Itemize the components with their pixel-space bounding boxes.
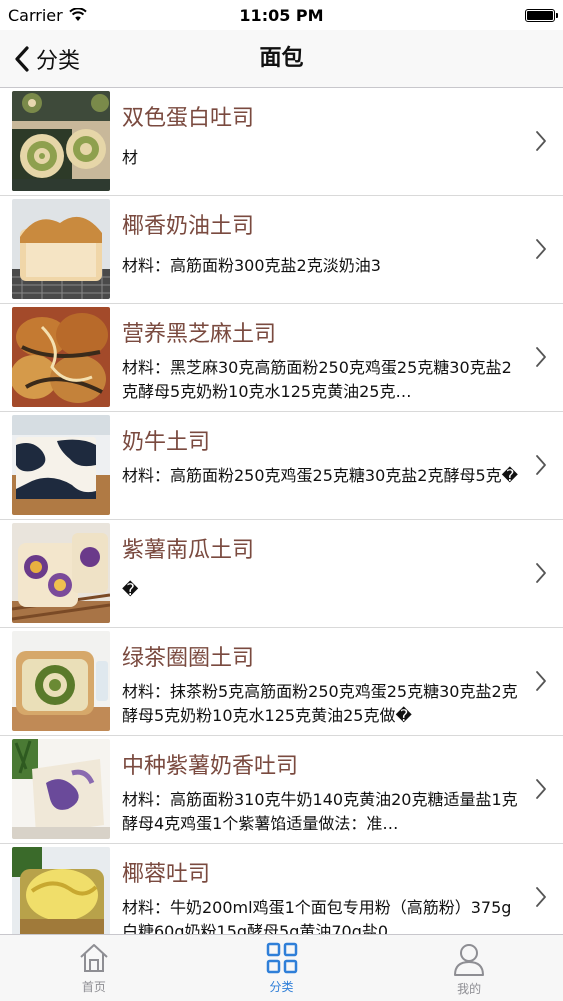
- chevron-right-icon: [536, 563, 546, 583]
- chevron-right-icon: [536, 887, 546, 907]
- item-description: 材料：抹茶粉5克高筋面粉250克鸡蛋25克糖30克盐2克酵母5克奶粉10克水12…: [122, 682, 518, 725]
- chevron-right-icon: [536, 671, 546, 691]
- list-item[interactable]: 双色蛋白吐司 材: [0, 88, 563, 196]
- item-title: 奶牛土司: [122, 430, 211, 455]
- chevron-right-icon: [536, 239, 546, 259]
- chevron-right-icon: [536, 779, 546, 799]
- recipe-thumbnail: [12, 199, 110, 299]
- recipe-thumbnail: [12, 631, 110, 731]
- list-item[interactable]: 奶牛土司 材料：高筋面粉250克鸡蛋25克糖30克盐2克酵母5克�: [0, 412, 563, 520]
- list-item[interactable]: 紫薯南瓜土司 �: [0, 520, 563, 628]
- grid-icon: [266, 942, 297, 974]
- recipe-thumbnail: [12, 415, 110, 515]
- item-title: 椰蓉吐司: [122, 862, 211, 887]
- home-icon: [80, 944, 108, 972]
- item-title: 双色蛋白吐司: [122, 106, 255, 131]
- recipe-thumbnail: [12, 739, 110, 839]
- list-item[interactable]: 椰蓉吐司 材料：牛奶200ml鸡蛋1个面包专用粉（高筋粉）375g白糖60g奶粉…: [0, 844, 563, 934]
- carrier-label: Carrier: [8, 5, 63, 25]
- recipe-thumbnail: [12, 91, 110, 191]
- tab-bar: 首页 分类 我的: [0, 934, 563, 1001]
- item-description: 材料：黑芝麻30克高筋面粉250克鸡蛋25克糖30克盐2克酵母5克奶粉10克水1…: [122, 358, 512, 401]
- navigation-bar: 分类 面包: [0, 30, 563, 88]
- list-item[interactable]: 营养黑芝麻土司 材料：黑芝麻30克高筋面粉250克鸡蛋25克糖30克盐2克酵母5…: [0, 304, 563, 412]
- item-description: 材料：高筋面粉300克盐2克淡奶油3: [122, 256, 381, 275]
- item-title: 椰香奶油土司: [122, 214, 255, 239]
- item-title: 营养黑芝麻土司: [122, 322, 277, 347]
- status-left: Carrier: [8, 6, 87, 25]
- tab-mine[interactable]: 我的: [375, 935, 563, 1001]
- item-title: 绿茶圈圈土司: [122, 646, 255, 671]
- tab-category[interactable]: 分类: [188, 935, 376, 1001]
- wifi-icon: [69, 8, 87, 21]
- chevron-right-icon: [536, 347, 546, 367]
- item-title: 中种紫薯奶香吐司: [122, 754, 299, 779]
- item-description: 材: [122, 148, 139, 167]
- tab-mine-label: 我的: [457, 982, 482, 996]
- tab-home[interactable]: 首页: [0, 935, 188, 1001]
- recipe-thumbnail: [12, 307, 110, 407]
- battery-icon: [525, 8, 558, 22]
- list-item[interactable]: 绿茶圈圈土司 材料：抹茶粉5克高筋面粉250克鸡蛋25克糖30克盐2克酵母5克奶…: [0, 628, 563, 736]
- tab-category-label: 分类: [269, 980, 294, 994]
- item-description: 材料：牛奶200ml鸡蛋1个面包专用粉（高筋粉）375g白糖60g奶粉15g酵母…: [122, 898, 512, 934]
- page-title: 面包: [259, 46, 304, 71]
- user-icon: [454, 944, 485, 976]
- item-description: 材料：高筋面粉310克牛奶140克黄油20克糖适量盐1克酵母4克鸡蛋1个紫薯馅适…: [122, 790, 518, 833]
- tab-home-label: 首页: [81, 980, 106, 994]
- list-item[interactable]: 椰香奶油土司 材料：高筋面粉300克盐2克淡奶油3: [0, 196, 563, 304]
- item-description: 材料：高筋面粉250克鸡蛋25克糖30克盐2克酵母5克�: [122, 466, 519, 485]
- item-title: 紫薯南瓜土司: [122, 538, 255, 563]
- status-bar: Carrier 11:05 PM: [0, 0, 563, 30]
- list-item[interactable]: 中种紫薯奶香吐司 材料：高筋面粉310克牛奶140克黄油20克糖适量盐1克酵母4…: [0, 736, 563, 844]
- recipe-list[interactable]: 双色蛋白吐司 材 椰香奶油土司 材料：高筋面粉300克盐2克淡奶油3 营养黑芝麻…: [0, 88, 563, 934]
- item-description: �: [122, 580, 139, 599]
- recipe-thumbnail: [12, 523, 110, 623]
- chevron-right-icon: [536, 455, 546, 475]
- recipe-thumbnail: [12, 847, 110, 934]
- chevron-right-icon: [536, 131, 546, 151]
